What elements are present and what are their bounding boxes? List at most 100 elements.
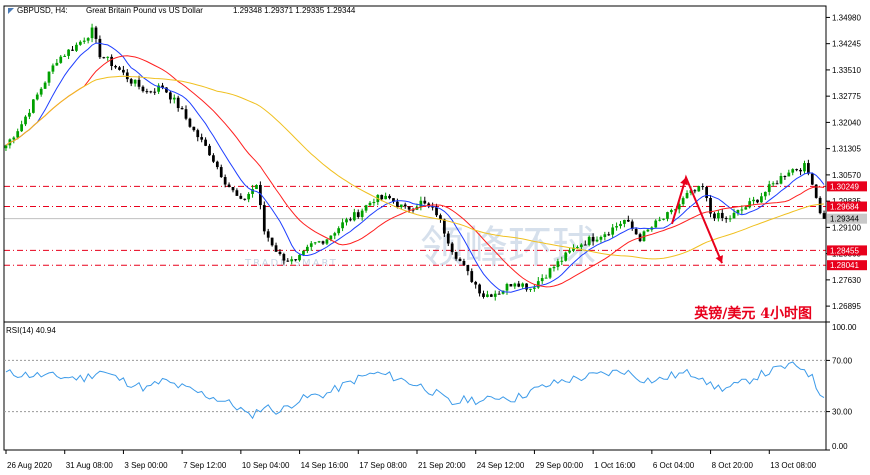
rsi-line	[5, 361, 825, 420]
candle-down	[270, 237, 274, 246]
price-tick-label: 1.32040	[832, 118, 861, 127]
candle-up	[309, 243, 313, 247]
candle-down	[720, 212, 724, 219]
candle-down	[497, 293, 501, 295]
candle-up	[646, 229, 650, 232]
price-tick-label: 1.32775	[832, 92, 861, 101]
candle-down	[212, 155, 215, 162]
candle-down	[188, 118, 192, 127]
candle-up	[486, 294, 489, 297]
candle-up	[302, 250, 305, 255]
candle-up	[763, 191, 767, 197]
candle-up	[106, 56, 110, 58]
level-price-label: 1.28041	[830, 261, 859, 270]
candle-up	[337, 228, 341, 234]
level-price-label: 1.28455	[830, 246, 859, 255]
candle-down	[403, 204, 407, 207]
candle-down	[223, 177, 227, 185]
price-tick-label: 1.29100	[832, 223, 861, 232]
time-tick-label: 10 Sep 04:00	[242, 461, 290, 470]
candle-down	[137, 79, 141, 87]
candle-up	[548, 268, 552, 278]
candle-up	[779, 176, 783, 184]
price-axis: 1.34980 1.34245 1.33510 1.32775 1.32040 1.313…	[826, 13, 867, 311]
candle-up	[82, 40, 86, 42]
candle-up	[24, 116, 27, 125]
candle-down	[176, 97, 180, 109]
ohlc-values: 1.29348 1.29371 1.29335 1.29344	[233, 6, 356, 15]
candle-up	[556, 261, 560, 268]
candle-up	[505, 284, 509, 291]
candle-up	[740, 209, 744, 211]
candle-down	[200, 137, 204, 140]
candle-down	[204, 139, 207, 146]
candle-down	[129, 79, 133, 84]
candle-down	[634, 228, 638, 235]
rsi-tick-label: 70.00	[832, 356, 853, 365]
candle-down	[724, 218, 728, 220]
level-price-label: 1.29684	[830, 203, 859, 212]
candle-up	[744, 207, 748, 210]
candle-up	[728, 218, 732, 220]
candle-down	[118, 67, 121, 70]
candle-down	[478, 284, 481, 294]
candle-down	[446, 233, 450, 244]
candle-down	[71, 49, 74, 51]
candle-up	[697, 186, 701, 192]
chart-window[interactable]: TRADE SMART 领峰环球 1.34980 1.34245 1.33510 1.3…	[0, 0, 870, 475]
candle-up	[732, 212, 736, 219]
candle-up	[4, 145, 8, 149]
candle-down	[423, 200, 427, 204]
candle-up	[305, 246, 309, 251]
candle-down	[114, 66, 117, 68]
candle-up	[576, 247, 579, 249]
candle-down	[818, 197, 822, 214]
candle-down	[180, 108, 184, 110]
candle-up	[681, 198, 685, 205]
time-tick-label: 3 Sep 00:00	[124, 461, 168, 470]
candle-up	[133, 79, 137, 84]
candle-down	[266, 231, 270, 238]
candle-down	[482, 293, 485, 297]
candle-down	[282, 254, 286, 261]
time-tick-label: 17 Sep 08:00	[359, 461, 407, 470]
candle-down	[286, 260, 290, 262]
candle-up	[63, 55, 67, 57]
candle-down	[184, 109, 188, 119]
ma-21-line	[5, 55, 825, 288]
candle-down	[591, 236, 595, 242]
candle-down	[701, 186, 705, 188]
candle-down	[274, 245, 278, 252]
symbol-description: Great Britain Pound vs US Dollar	[86, 6, 203, 15]
level-price-label: 1.30249	[830, 182, 859, 191]
candle-up	[716, 212, 720, 219]
candle-up	[536, 281, 540, 288]
candle-down	[810, 173, 814, 185]
candle-down	[122, 69, 125, 73]
candle-up	[791, 169, 795, 173]
candle-down	[466, 264, 470, 272]
candle-up	[12, 137, 16, 140]
price-tick-label: 1.33510	[832, 66, 861, 75]
candle-down	[98, 38, 102, 58]
candle-up	[560, 260, 564, 262]
candle-down	[509, 284, 513, 287]
candle-up	[341, 222, 344, 229]
candle-down	[396, 201, 399, 208]
candle-down	[349, 219, 352, 221]
candle-up	[619, 223, 622, 227]
candle-up	[787, 172, 791, 177]
candle-up	[552, 267, 556, 269]
candle-up	[533, 287, 536, 289]
candle-up	[599, 236, 603, 240]
candle-down	[705, 187, 708, 199]
price-tick-label: 1.34245	[832, 40, 861, 49]
candle-up	[20, 124, 23, 132]
chart-canvas[interactable]: TRADE SMART 领峰环球 1.349801.342451.335101.3…	[0, 0, 870, 475]
time-tick-label: 31 Aug 08:00	[66, 461, 114, 470]
time-tick-label: 1 Oct 16:00	[594, 461, 636, 470]
candle-up	[28, 112, 31, 117]
time-tick-label: 7 Sep 12:00	[183, 461, 227, 470]
candle-down	[470, 271, 474, 282]
candle-down	[775, 183, 779, 185]
